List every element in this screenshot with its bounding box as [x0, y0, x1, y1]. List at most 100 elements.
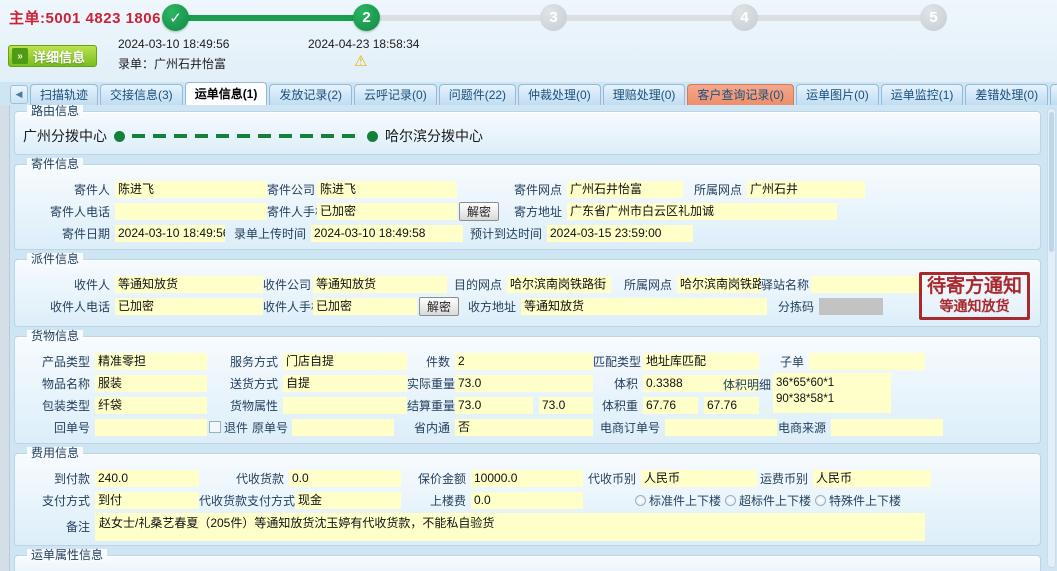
tab-problem-piece[interactable]: 问题件(22) — [439, 84, 516, 105]
settle-weight-field[interactable]: 73.0 — [455, 397, 533, 414]
special-floor-radio[interactable] — [815, 495, 826, 506]
station-name-field[interactable] — [811, 276, 923, 293]
match-type-field[interactable]: 地址库匹配 — [643, 353, 759, 370]
receiver-dest-branch-field[interactable]: 哈尔滨南岗铁路街 — [507, 276, 611, 293]
return-label: 退件 — [224, 419, 248, 436]
stepper-bar-pending — [367, 15, 934, 21]
ecom-order-field[interactable] — [665, 419, 777, 436]
tab-work-order[interactable]: 工单处 — [1050, 84, 1057, 105]
collect-amount-field[interactable]: 0.0 — [289, 470, 401, 487]
sender-owner-branch-label: 所属网点 — [683, 181, 747, 198]
item-name-label: 物品名称 — [21, 375, 95, 392]
service-mode-label: 服务方式 — [207, 353, 283, 370]
sender-name-field[interactable]: 陈进飞 — [115, 181, 267, 198]
actual-weight-field[interactable]: 73.0 — [455, 375, 593, 392]
receiver-phone-field[interactable]: 已加密 — [115, 298, 263, 315]
sender-phone-field[interactable] — [115, 203, 267, 220]
original-no-field[interactable] — [292, 419, 394, 436]
product-type-field[interactable]: 精准零担 — [95, 353, 207, 370]
sender-date-field[interactable]: 2024-03-10 18:49:56 — [115, 225, 225, 242]
oversize-floor-radio[interactable] — [725, 495, 736, 506]
sender-branch-field[interactable]: 广州石井怡富 — [567, 181, 683, 198]
actual-weight-label: 实际重量 — [407, 375, 455, 392]
return-group: 退件 原单号 — [207, 419, 407, 436]
delivery-mode-field[interactable]: 自提 — [283, 375, 407, 392]
detail-info-button[interactable]: » 详细信息 — [8, 45, 97, 67]
sender-row-3: 寄件日期 2024-03-10 18:49:56 录单上传时间 2024-03-… — [15, 222, 1040, 244]
receiver-name-field[interactable]: 等通知放货 — [115, 276, 263, 293]
sender-eta-label: 预计到达时间 — [463, 225, 547, 242]
service-mode-field[interactable]: 门店自提 — [283, 353, 407, 370]
pay-method-label: 支付方式 — [21, 492, 95, 509]
tab-handover-info[interactable]: 交接信息(3) — [100, 84, 183, 105]
cargo-row-1: 产品类型 精准零担 服务方式 门店自提 件数 2 匹配类型 地址库匹配 子单 — [15, 350, 1040, 372]
left-collapse-strip — [0, 105, 10, 571]
insured-amount-label: 保价金额 — [401, 470, 471, 487]
volume-weight-field[interactable]: 67.76 — [643, 397, 698, 414]
tab-waybill-monitor[interactable]: 运单监控(1) — [881, 84, 964, 105]
package-type-field[interactable]: 纤袋 — [95, 397, 207, 414]
settle-weight-field-2[interactable]: 73.0 — [539, 397, 593, 414]
pieces-label: 件数 — [407, 353, 455, 370]
sender-decrypt-button[interactable]: 解密 — [459, 202, 499, 221]
receipt-no-field[interactable] — [95, 419, 207, 436]
volume-detail-field[interactable]: 36*65*60*190*38*58*1 — [773, 373, 891, 413]
step-5-number: 5 — [929, 9, 937, 26]
collect-currency-field[interactable]: 人民币 — [641, 470, 757, 487]
tab-waybill-info[interactable]: 运单信息(1) — [185, 82, 268, 105]
step-3: 3 — [540, 4, 567, 31]
tab-scan-trace[interactable]: 扫描轨迹 — [30, 84, 98, 105]
warning-icon: ⚠ — [354, 54, 367, 69]
vertical-scrollbar[interactable] — [1047, 108, 1056, 568]
step-1-entry: 录单：广州石井怡富 — [118, 55, 226, 72]
floor-fee-field[interactable]: 0.0 — [471, 492, 583, 509]
receiver-mobile-field[interactable]: 已加密 — [313, 298, 417, 315]
tab-scroll-left-icon[interactable]: ◀ — [10, 85, 28, 104]
receiver-address-field[interactable]: 等通知放货 — [521, 298, 767, 315]
ecom-order-label: 电商订单号 — [593, 419, 665, 436]
sender-mobile-field[interactable]: 已加密 — [317, 203, 457, 220]
receiver-company-field[interactable]: 等通知放货 — [313, 276, 447, 293]
pay-method-field[interactable]: 到付 — [95, 492, 199, 509]
return-checkbox[interactable] — [209, 421, 221, 433]
detail-info-button-label: 详细信息 — [33, 47, 85, 66]
route-info-section: 路由信息 广州分拨中心 哈尔滨分拨中心 — [14, 111, 1041, 155]
tab-customer-query-record[interactable]: 客户查询记录(0) — [687, 84, 794, 105]
tab-claims[interactable]: 理赔处理(0) — [603, 84, 686, 105]
tab-waybill-images[interactable]: 运单图片(0) — [796, 84, 879, 105]
receiver-owner-branch-field[interactable]: 哈尔滨南岗铁路街 — [677, 276, 761, 293]
insured-amount-field[interactable]: 10000.0 — [471, 470, 583, 487]
tab-release-record[interactable]: 发放记录(2) — [269, 84, 352, 105]
receiver-decrypt-button[interactable]: 解密 — [419, 297, 459, 316]
subbill-field[interactable] — [809, 353, 925, 370]
remark-field[interactable]: 赵女士/礼桑艺春夏（205件）等通知放货沈玉婷有代收货款，不能私自验货 — [95, 513, 925, 541]
cargo-info-title: 货物信息 — [27, 330, 83, 343]
province-express-field[interactable]: 否 — [455, 419, 593, 436]
sender-upload-time-field[interactable]: 2024-03-10 18:49:58 — [311, 225, 463, 242]
cod-pay-field[interactable]: 240.0 — [95, 470, 199, 487]
freight-currency-field[interactable]: 人民币 — [813, 470, 931, 487]
route-dashed-line — [132, 134, 360, 138]
tab-arbitration[interactable]: 仲裁处理(0) — [518, 84, 601, 105]
scrollbar-thumb[interactable] — [1049, 112, 1054, 252]
sender-info-title: 寄件信息 — [27, 158, 83, 171]
item-name-field[interactable]: 服装 — [95, 375, 207, 392]
floor-fee-label: 上楼费 — [401, 492, 471, 509]
pieces-field[interactable]: 2 — [455, 353, 593, 370]
collect-pay-method-field[interactable]: 现金 — [295, 492, 401, 509]
sender-company-field[interactable]: 陈进飞 — [317, 181, 457, 198]
sender-info-section: 寄件信息 寄件人 陈进飞 寄件公司 陈进飞 寄件网点 广州石井怡富 所属网点 广… — [14, 164, 1041, 250]
ecom-source-field[interactable] — [831, 419, 943, 436]
cargo-attribute-field[interactable] — [283, 397, 407, 414]
tab-error-handling[interactable]: 差错处理(0) — [965, 84, 1048, 105]
route-row: 广州分拨中心 哈尔滨分拨中心 — [15, 124, 1040, 148]
receiver-owner-branch-label: 所属网点 — [611, 276, 677, 293]
route-end-dot-icon — [367, 131, 378, 142]
fees-row-2: 支付方式 到付 代收货款支付方式 现金 上楼费 0.0 标准件上下楼 超标件上下… — [15, 489, 1040, 511]
standard-floor-radio[interactable] — [635, 495, 646, 506]
sender-address-field[interactable]: 广东省广州市白云区礼加诚 — [567, 203, 837, 220]
sender-owner-branch-field[interactable]: 广州石井 — [747, 181, 865, 198]
receiver-row-2: 收件人电话 已加密 收件人手机 已加密 解密 收方地址 等通知放货 分拣码 — [15, 295, 1040, 317]
tab-cloud-call-record[interactable]: 云呼记录(0) — [354, 84, 437, 105]
sender-eta-field[interactable]: 2024-03-15 23:59:00 — [547, 225, 693, 242]
